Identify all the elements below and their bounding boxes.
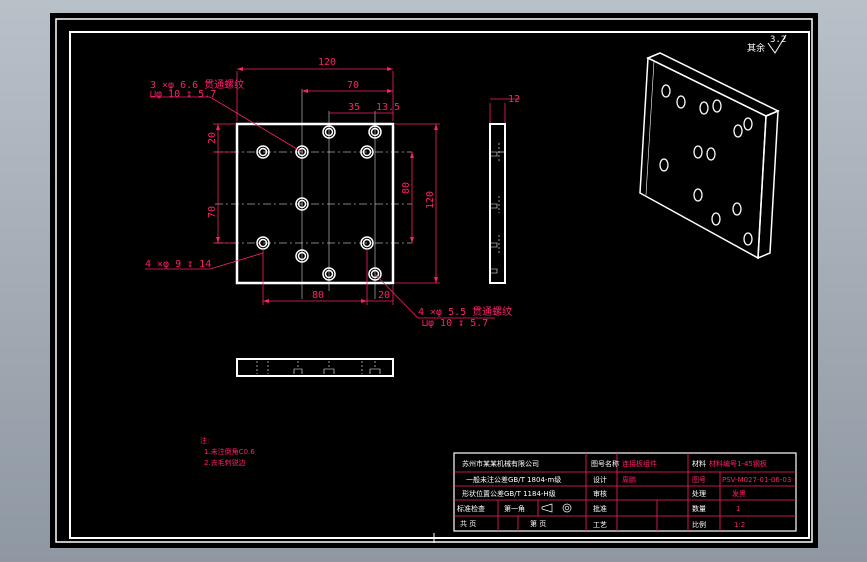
tb-lbl-scale: 比例 bbox=[692, 520, 706, 529]
plate-outline bbox=[235, 122, 395, 285]
dim-20-bottom: 20 bbox=[378, 290, 390, 301]
tb-company: 苏州市某某机械有限公司 bbox=[462, 459, 539, 468]
tb-lbl-check: 审核 bbox=[593, 489, 607, 498]
tb-val-qty: 1 bbox=[736, 505, 740, 513]
drawing-sheet: 其余 3.2 120 70 35 13.5 20 70 80 120 80 20… bbox=[50, 13, 818, 548]
tb-val-name: 连接板组件 bbox=[622, 459, 657, 468]
notes-line2: 2.去毛刺锐边 bbox=[204, 458, 246, 467]
tb-val-no: PSV-M027-01-06-03 bbox=[722, 476, 791, 484]
dimension-lines bbox=[145, 68, 520, 319]
dim-20-left: 20 bbox=[207, 132, 218, 144]
tb-total-pages: 共 页 bbox=[460, 519, 476, 528]
roughness-label: 其余 bbox=[747, 42, 765, 54]
tb-val-treat: 发黑 bbox=[732, 489, 746, 498]
tb-lbl-approve: 批准 bbox=[593, 504, 607, 513]
dim-12-side: 12 bbox=[508, 94, 520, 105]
tb-first-angle: 第一角 bbox=[504, 504, 525, 513]
notes-line1: 1.未注倒角C0.6 bbox=[204, 447, 255, 456]
dim-13-5: 13.5 bbox=[376, 102, 400, 113]
tb-tolerance-form: 形状位置公差GB/T 1184-H级 bbox=[462, 489, 556, 498]
tb-val-scale: 1:2 bbox=[734, 521, 745, 529]
isometric-view bbox=[639, 52, 780, 260]
notes-title: 注: bbox=[200, 436, 209, 445]
tb-tolerance-general: 一般未注公差GB/T 1804-m级 bbox=[466, 475, 561, 484]
bottom-view bbox=[236, 358, 394, 377]
tb-lbl-draw: 设计 bbox=[593, 475, 607, 484]
technical-notes: 注: 1.未注倒角C0.6 2.去毛刺锐边 bbox=[200, 436, 255, 467]
callout-3-line1: 4 ×φ 5.5 贯通螺纹 bbox=[418, 305, 512, 318]
dim-120-right: 120 bbox=[425, 191, 436, 209]
roughness-value: 3.2 bbox=[770, 35, 786, 45]
tb-val-material: 材料编号1-45钢板 bbox=[709, 459, 767, 468]
tb-lbl-craft: 工艺 bbox=[593, 521, 607, 529]
dim-80-right: 80 bbox=[401, 182, 412, 194]
projection-symbol-icon bbox=[541, 503, 572, 513]
title-block: 苏州市某某机械有限公司 一般未注公差GB/T 1804-m级 形状位置公差GB/… bbox=[453, 452, 797, 532]
cad-drawing: 其余 3.2 120 70 35 13.5 20 70 80 120 80 20… bbox=[55, 18, 813, 543]
dim-80-bottom: 80 bbox=[312, 290, 324, 301]
tb-std-check: 标准检查 bbox=[457, 504, 485, 513]
callout-3-line2: ⊔φ 10 ↧ 5.7 bbox=[422, 318, 488, 329]
dim-70-left: 70 bbox=[207, 206, 218, 218]
dim-70-top: 70 bbox=[347, 80, 359, 91]
callout-2: 4 ×φ 9 ↧ 14 bbox=[145, 259, 211, 270]
tb-lbl-no: 图号 bbox=[692, 476, 706, 484]
tb-lbl-material: 材料 bbox=[692, 459, 706, 468]
tb-val-draw: 周鹏 bbox=[622, 475, 636, 484]
tb-lbl-name: 图号名称 bbox=[591, 459, 619, 468]
dim-120-top: 120 bbox=[318, 57, 336, 68]
roughness-symbol: 其余 3.2 bbox=[747, 34, 787, 54]
tb-lbl-qty: 数量 bbox=[692, 504, 706, 513]
tb-lbl-treat: 处理 bbox=[692, 489, 706, 498]
callout-1-line2: ⊔φ 10 ↧ 5.7 bbox=[150, 89, 216, 100]
tb-page-no: 第 页 bbox=[530, 519, 546, 528]
dim-35: 35 bbox=[348, 102, 360, 113]
side-view bbox=[489, 123, 506, 284]
front-view bbox=[215, 89, 412, 299]
